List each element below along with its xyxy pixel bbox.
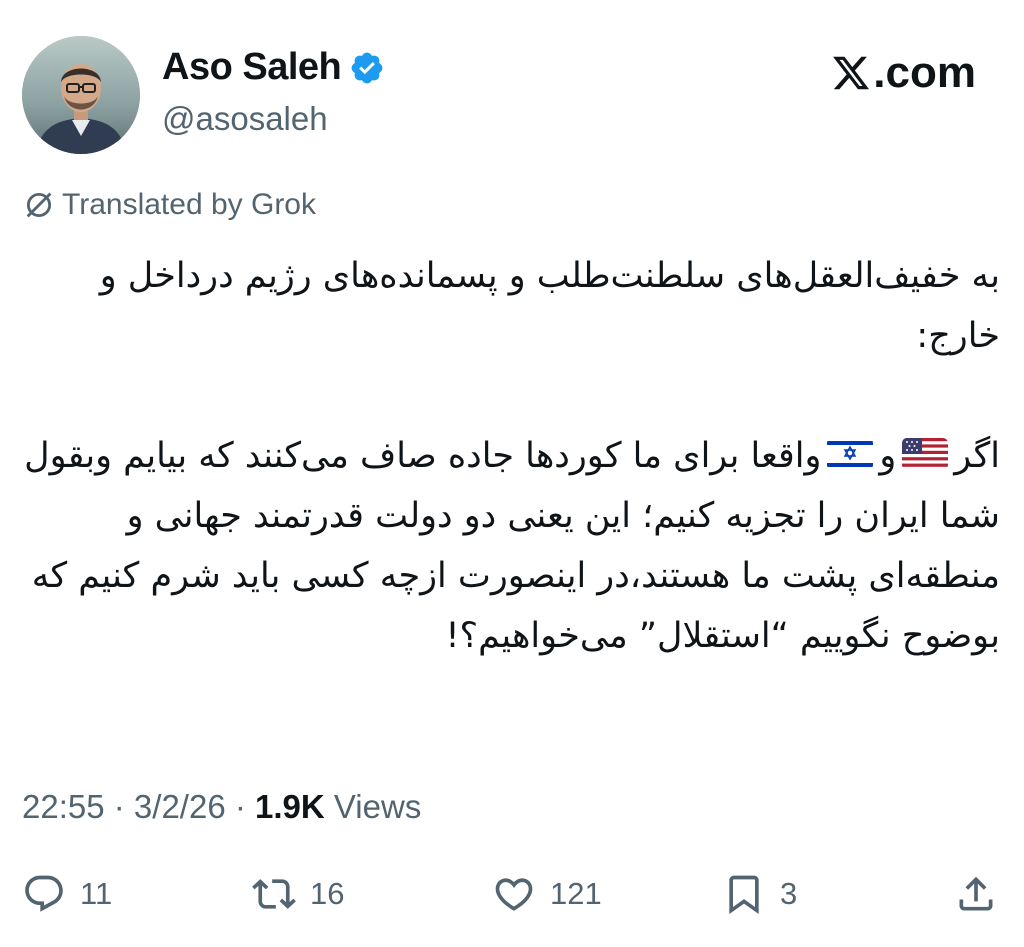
bookmark-count: 3 [780, 876, 798, 911]
reply-button[interactable]: 11 [22, 872, 112, 916]
display-name[interactable]: Aso Saleh [162, 46, 385, 89]
grok-icon [26, 192, 52, 218]
repost-button[interactable]: 16 [252, 872, 344, 916]
reply-icon [25, 875, 63, 912]
action-bar: 11 16 121 3 [0, 864, 1024, 924]
reply-count: 11 [80, 876, 113, 911]
x-logo-icon [833, 56, 870, 90]
avatar[interactable] [22, 36, 140, 154]
tweet-text: به خفیف‌العقل‌های سلطنت‌طلب و پسمانده‌ها… [22, 246, 1000, 666]
share-icon [959, 876, 993, 911]
tweet-date[interactable]: 3/2/26 [134, 788, 226, 825]
like-count: 121 [550, 876, 602, 911]
repost-icon [252, 879, 296, 909]
brand-logo: .com [831, 48, 976, 98]
like-button[interactable]: 121 [492, 872, 602, 916]
bookmark-button[interactable]: 3 [722, 872, 797, 916]
bookmark-icon [729, 875, 759, 915]
views-label: Views [324, 788, 422, 825]
share-button[interactable] [954, 872, 998, 916]
paragraph-spacer [22, 366, 1000, 426]
us-flag-icon [902, 438, 949, 470]
tweet-meta: 22:55 · 3/2/26 · 1.9K Views [22, 788, 421, 826]
translation-label: Translated by Grok [62, 188, 316, 221]
brand-text: .com [873, 48, 976, 97]
tweet-paragraph-1: به خفیف‌العقل‌های سلطنت‌طلب و پسمانده‌ها… [99, 256, 1000, 356]
views-count: 1.9K [255, 788, 325, 825]
tweet-paragraph-2: اگر و واقعا برای ما کوردها جاده صاف می‌کنن… [22, 426, 1000, 666]
verified-badge-icon[interactable] [349, 50, 385, 86]
heart-icon [495, 878, 533, 911]
tweet-time[interactable]: 22:55 [22, 788, 105, 825]
tweet-word-if: اگر [954, 436, 1000, 476]
meta-separator: · [104, 788, 134, 825]
tweet-word-and: و [879, 436, 897, 476]
repost-count: 16 [310, 876, 345, 911]
display-name-text: Aso Saleh [162, 46, 342, 88]
translation-note[interactable]: Translated by Grok [22, 188, 316, 222]
israel-flag-icon [827, 438, 874, 470]
user-handle[interactable]: @asosaleh [162, 100, 328, 138]
meta-separator: · [225, 788, 255, 825]
